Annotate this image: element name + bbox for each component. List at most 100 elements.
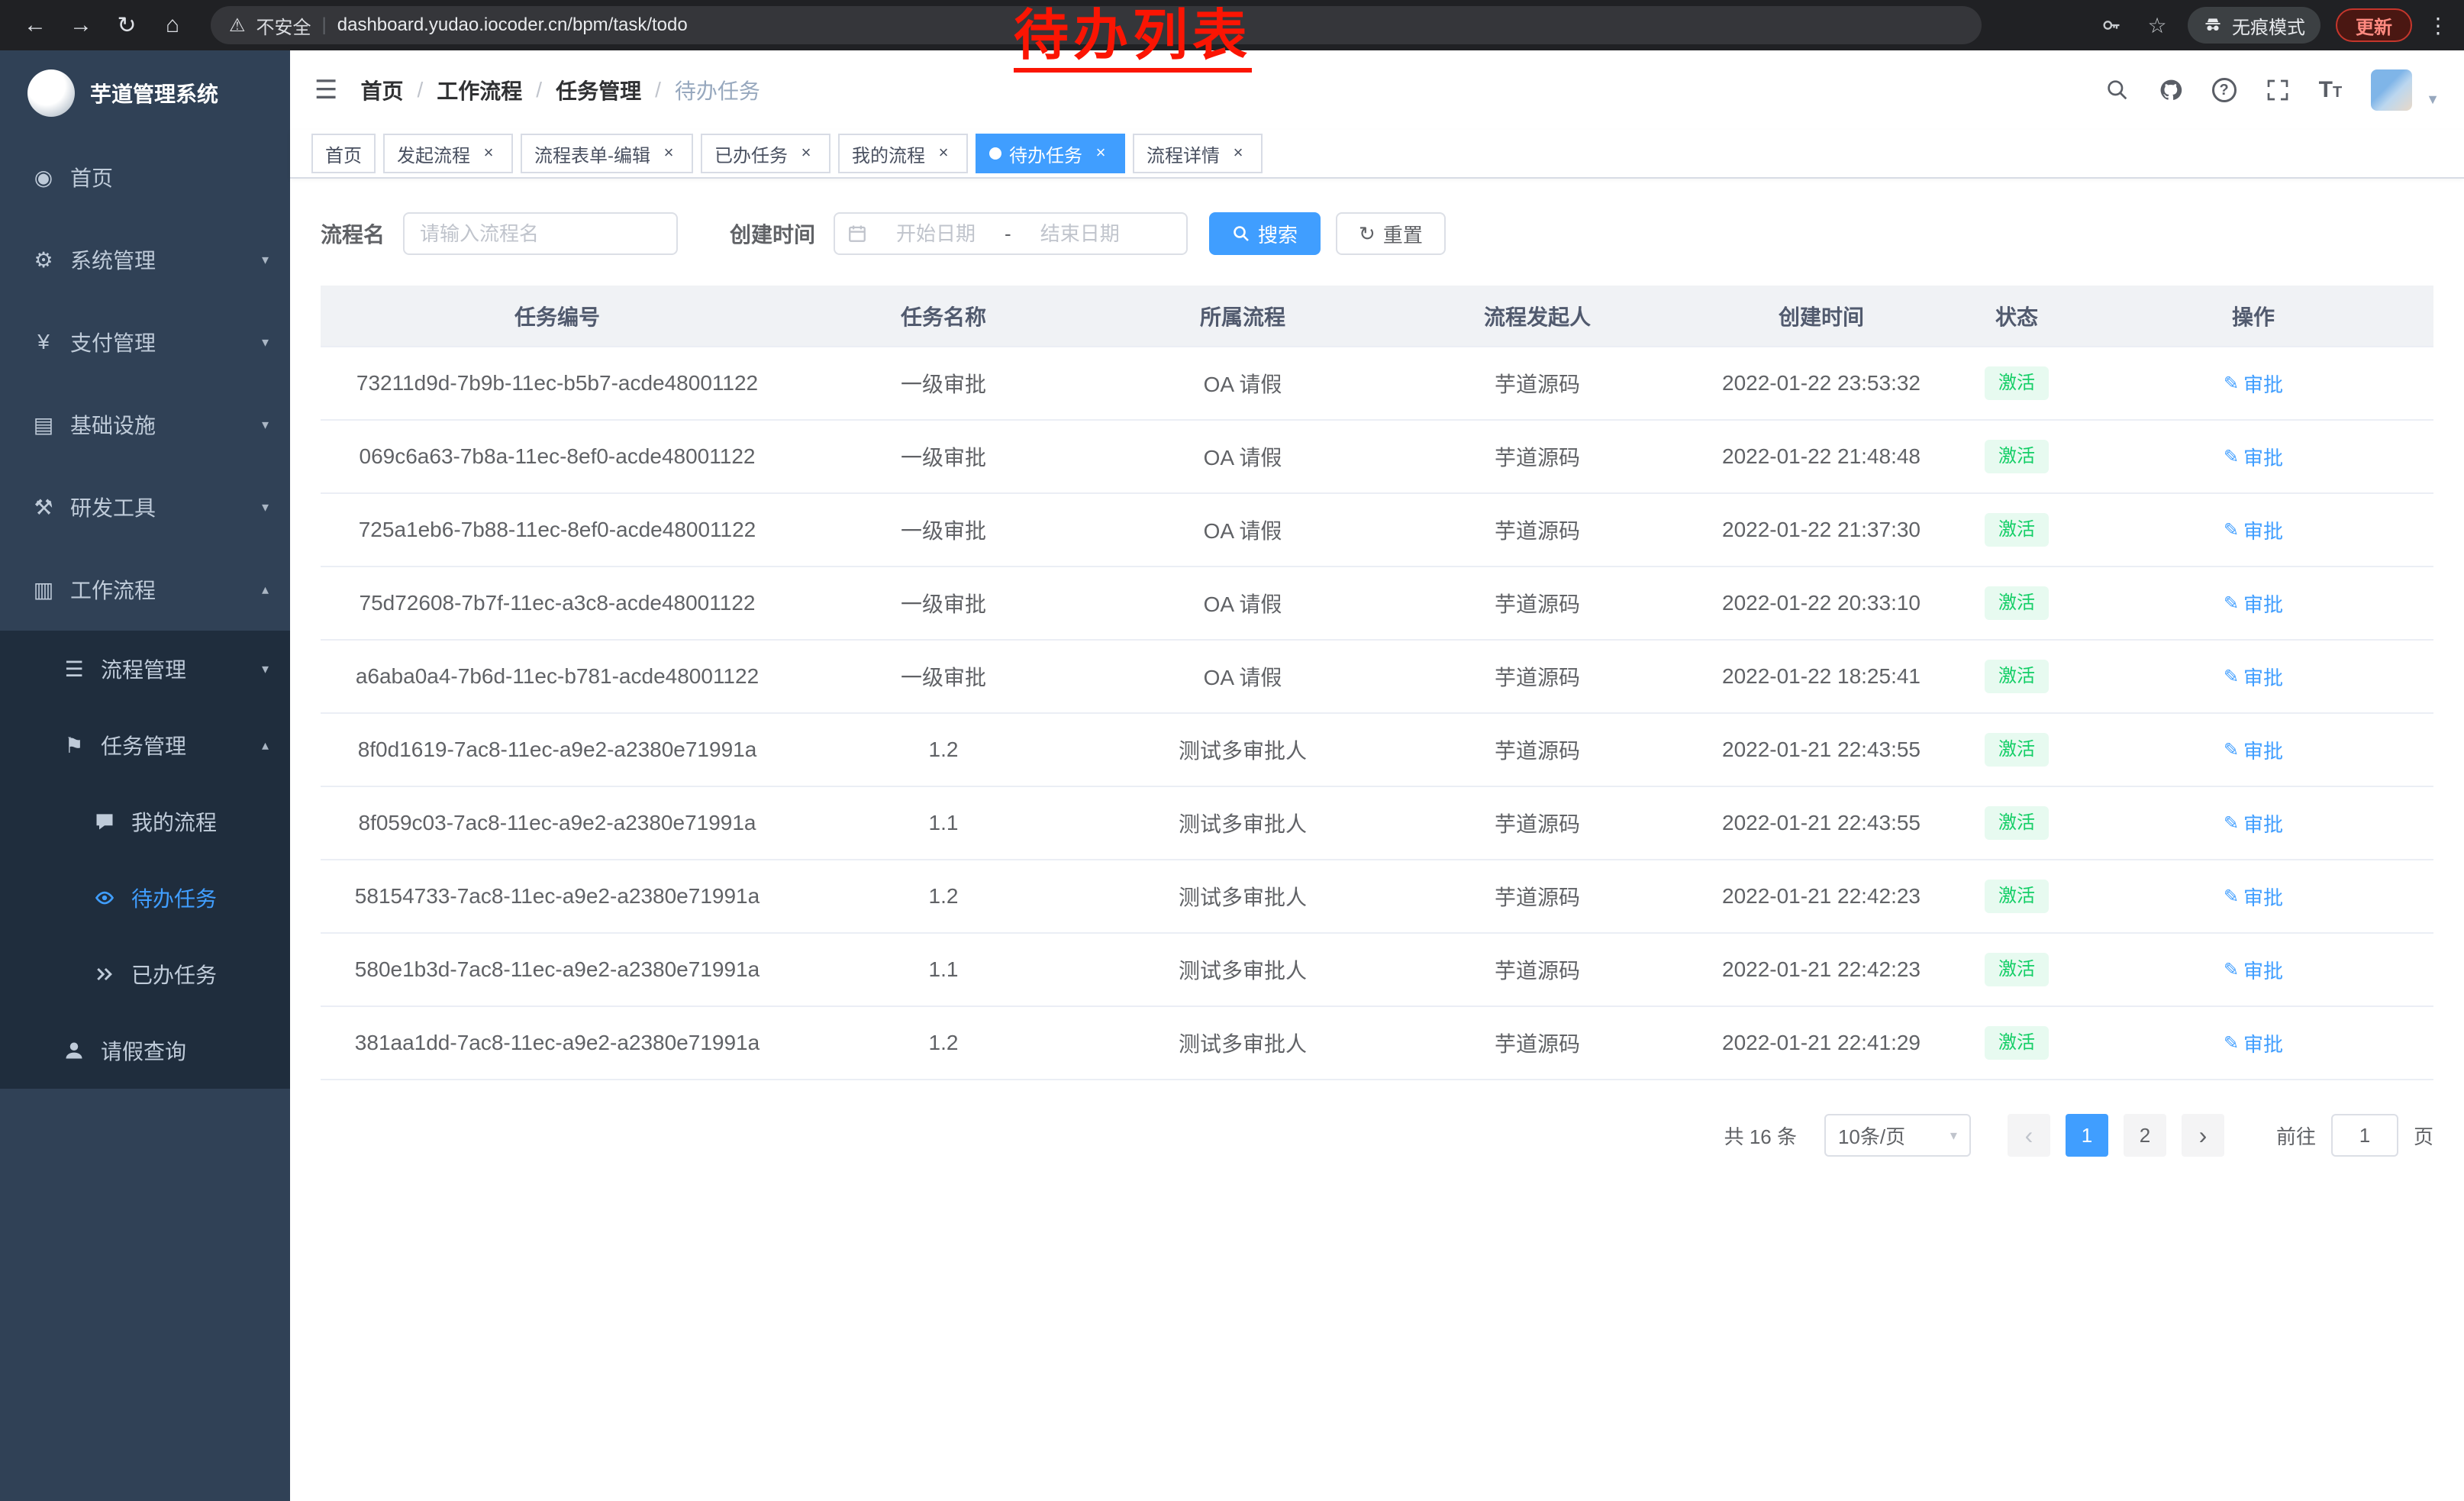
task-process-cell: OA 请假 bbox=[1093, 493, 1392, 567]
edit-icon: ✎ bbox=[2224, 959, 2239, 981]
sidebar-item-my-process[interactable]: 我的流程 bbox=[0, 783, 290, 860]
col-header-status: 状态 bbox=[1960, 286, 2073, 347]
task-time-cell: 2022-01-21 22:43:55 bbox=[1682, 786, 1960, 860]
approve-link[interactable]: ✎ 审批 bbox=[2224, 883, 2283, 911]
goto-page-input[interactable] bbox=[2331, 1114, 2398, 1157]
approve-link[interactable]: ✎ 审批 bbox=[2224, 370, 2283, 398]
close-icon[interactable]: × bbox=[478, 143, 499, 164]
close-icon[interactable]: × bbox=[1090, 143, 1111, 164]
page-size-select[interactable]: 10条/页 ▾ bbox=[1824, 1114, 1971, 1157]
start-date-input[interactable] bbox=[870, 222, 1001, 246]
approve-link[interactable]: ✎ 审批 bbox=[2224, 809, 2283, 838]
chevron-down-icon: ▾ bbox=[262, 252, 269, 268]
task-status-cell: 激活 bbox=[1960, 493, 2073, 567]
url-text[interactable]: dashboard.yudao.iocoder.cn/bpm/task/todo bbox=[337, 15, 688, 36]
font-size-icon[interactable]: TT bbox=[2319, 79, 2343, 102]
home-icon[interactable]: ⌂ bbox=[153, 5, 192, 45]
sidebar-item-leave-query[interactable]: 请假查询 bbox=[0, 1012, 290, 1089]
key-icon[interactable] bbox=[2096, 15, 2127, 36]
prev-page-button[interactable]: ‹ bbox=[2008, 1114, 2050, 1157]
close-icon[interactable]: × bbox=[658, 143, 679, 164]
table-row: a6aba0a4-7b6d-11ec-b781-acde48001122 一级审… bbox=[321, 640, 2433, 713]
sidebar-item-process-management[interactable]: ☰ 流程管理 ▾ bbox=[0, 631, 290, 707]
breadcrumb-home[interactable]: 首页 bbox=[360, 75, 403, 105]
tab-my-process[interactable]: 我的流程 × bbox=[838, 134, 968, 173]
forward-icon[interactable]: → bbox=[61, 5, 101, 45]
task-initiator-cell: 芋道源码 bbox=[1392, 640, 1682, 713]
sidebar-item-task-management[interactable]: ⚑ 任务管理 ▴ bbox=[0, 707, 290, 783]
search-button[interactable]: 搜索 bbox=[1209, 212, 1321, 255]
approve-link[interactable]: ✎ 审批 bbox=[2224, 663, 2283, 691]
task-initiator-cell: 芋道源码 bbox=[1392, 786, 1682, 860]
avatar[interactable] bbox=[2371, 69, 2412, 111]
close-icon[interactable]: × bbox=[933, 143, 954, 164]
end-date-input[interactable] bbox=[1014, 222, 1146, 246]
close-icon[interactable]: × bbox=[795, 143, 817, 164]
status-badge: 激活 bbox=[1985, 660, 2049, 692]
edit-icon: ✎ bbox=[2224, 1032, 2239, 1054]
tab-process-form-edit[interactable]: 流程表单-编辑 × bbox=[521, 134, 693, 173]
task-initiator-cell: 芋道源码 bbox=[1392, 420, 1682, 493]
address-bar[interactable]: ⚠ 不安全 | dashboard.yudao.iocoder.cn/bpm/t… bbox=[211, 6, 1982, 44]
sidebar-item-payment[interactable]: ¥ 支付管理 ▾ bbox=[0, 301, 290, 383]
browser-menu-icon[interactable]: ⋮ bbox=[2427, 13, 2449, 38]
tab-start-process[interactable]: 发起流程 × bbox=[383, 134, 513, 173]
navbar-actions: ? TT ▼ bbox=[2105, 69, 2440, 111]
chevron-up-icon: ▴ bbox=[262, 582, 269, 598]
page-button-1[interactable]: 1 bbox=[2066, 1114, 2108, 1157]
hamburger-icon[interactable]: ☰ bbox=[314, 75, 337, 105]
approve-label: 审批 bbox=[2243, 956, 2283, 984]
sidebar-item-system[interactable]: ⚙ 系统管理 ▾ bbox=[0, 218, 290, 301]
approve-link[interactable]: ✎ 审批 bbox=[2224, 736, 2283, 764]
breadcrumb-workflow[interactable]: 工作流程 bbox=[437, 75, 522, 105]
reload-icon[interactable]: ↻ bbox=[107, 5, 147, 45]
close-icon[interactable]: × bbox=[1227, 143, 1249, 164]
app-logo[interactable]: 芋道管理系统 bbox=[0, 50, 290, 136]
sidebar-item-devtools[interactable]: ⚒ 研发工具 ▾ bbox=[0, 466, 290, 548]
bookmark-star-icon[interactable]: ☆ bbox=[2142, 13, 2172, 38]
sidebar-item-todo-tasks[interactable]: 待办任务 bbox=[0, 860, 290, 936]
approve-link[interactable]: ✎ 审批 bbox=[2224, 1029, 2283, 1057]
page-button-2[interactable]: 2 bbox=[2124, 1114, 2166, 1157]
chevron-down-icon[interactable]: ▼ bbox=[2426, 92, 2440, 111]
approve-link[interactable]: ✎ 审批 bbox=[2224, 589, 2283, 618]
approve-link[interactable]: ✎ 审批 bbox=[2224, 516, 2283, 544]
sidebar-item-infrastructure[interactable]: ▤ 基础设施 ▾ bbox=[0, 383, 290, 466]
process-name-input[interactable] bbox=[403, 212, 678, 255]
status-badge: 激活 bbox=[1985, 513, 2049, 546]
status-badge: 激活 bbox=[1985, 586, 2049, 619]
tab-process-detail[interactable]: 流程详情 × bbox=[1133, 134, 1263, 173]
back-icon[interactable]: ← bbox=[15, 5, 55, 45]
security-label[interactable]: 不安全 bbox=[256, 12, 311, 39]
incognito-badge: 无痕模式 bbox=[2188, 7, 2320, 44]
table-row: 580e1b3d-7ac8-11ec-a9e2-a2380e71991a 1.1… bbox=[321, 933, 2433, 1006]
github-icon[interactable] bbox=[2159, 78, 2183, 102]
approve-link[interactable]: ✎ 审批 bbox=[2224, 443, 2283, 471]
sidebar-item-home[interactable]: ◉ 首页 bbox=[0, 136, 290, 218]
sidebar-item-workflow[interactable]: ▥ 工作流程 ▴ bbox=[0, 548, 290, 631]
help-icon[interactable]: ? bbox=[2212, 78, 2237, 102]
task-status-cell: 激活 bbox=[1960, 860, 2073, 933]
task-name-cell: 1.2 bbox=[794, 860, 1093, 933]
calendar-icon bbox=[847, 224, 867, 244]
date-range-picker[interactable]: - bbox=[834, 212, 1188, 255]
tab-home[interactable]: 首页 bbox=[311, 134, 376, 173]
tab-todo-tasks[interactable]: 待办任务 × bbox=[976, 134, 1125, 173]
chevron-down-icon: ▾ bbox=[262, 334, 269, 350]
task-action-cell: ✎ 审批 bbox=[2073, 347, 2433, 420]
task-initiator-cell: 芋道源码 bbox=[1392, 713, 1682, 786]
update-button[interactable]: 更新 bbox=[2336, 8, 2412, 42]
reset-button[interactable]: ↻ 重置 bbox=[1336, 212, 1446, 255]
task-id-cell: 75d72608-7b7f-11ec-a3c8-acde48001122 bbox=[321, 567, 794, 640]
table-row: 069c6a63-7b8a-11ec-8ef0-acde48001122 一级审… bbox=[321, 420, 2433, 493]
fullscreen-icon[interactable] bbox=[2266, 78, 2290, 102]
task-id-cell: 73211d9d-7b9b-11ec-b5b7-acde48001122 bbox=[321, 347, 794, 420]
screen: ← → ↻ ⌂ ⚠ 不安全 | dashboard.yudao.iocoder.… bbox=[0, 0, 2464, 1501]
approve-link[interactable]: ✎ 审批 bbox=[2224, 956, 2283, 984]
tab-done-tasks[interactable]: 已办任务 × bbox=[701, 134, 830, 173]
sidebar-item-done-tasks[interactable]: 已办任务 bbox=[0, 936, 290, 1012]
sidebar-item-label: 任务管理 bbox=[101, 730, 186, 760]
next-page-button[interactable]: › bbox=[2182, 1114, 2224, 1157]
breadcrumb-task-management[interactable]: 任务管理 bbox=[556, 75, 641, 105]
search-icon[interactable] bbox=[2105, 78, 2130, 102]
